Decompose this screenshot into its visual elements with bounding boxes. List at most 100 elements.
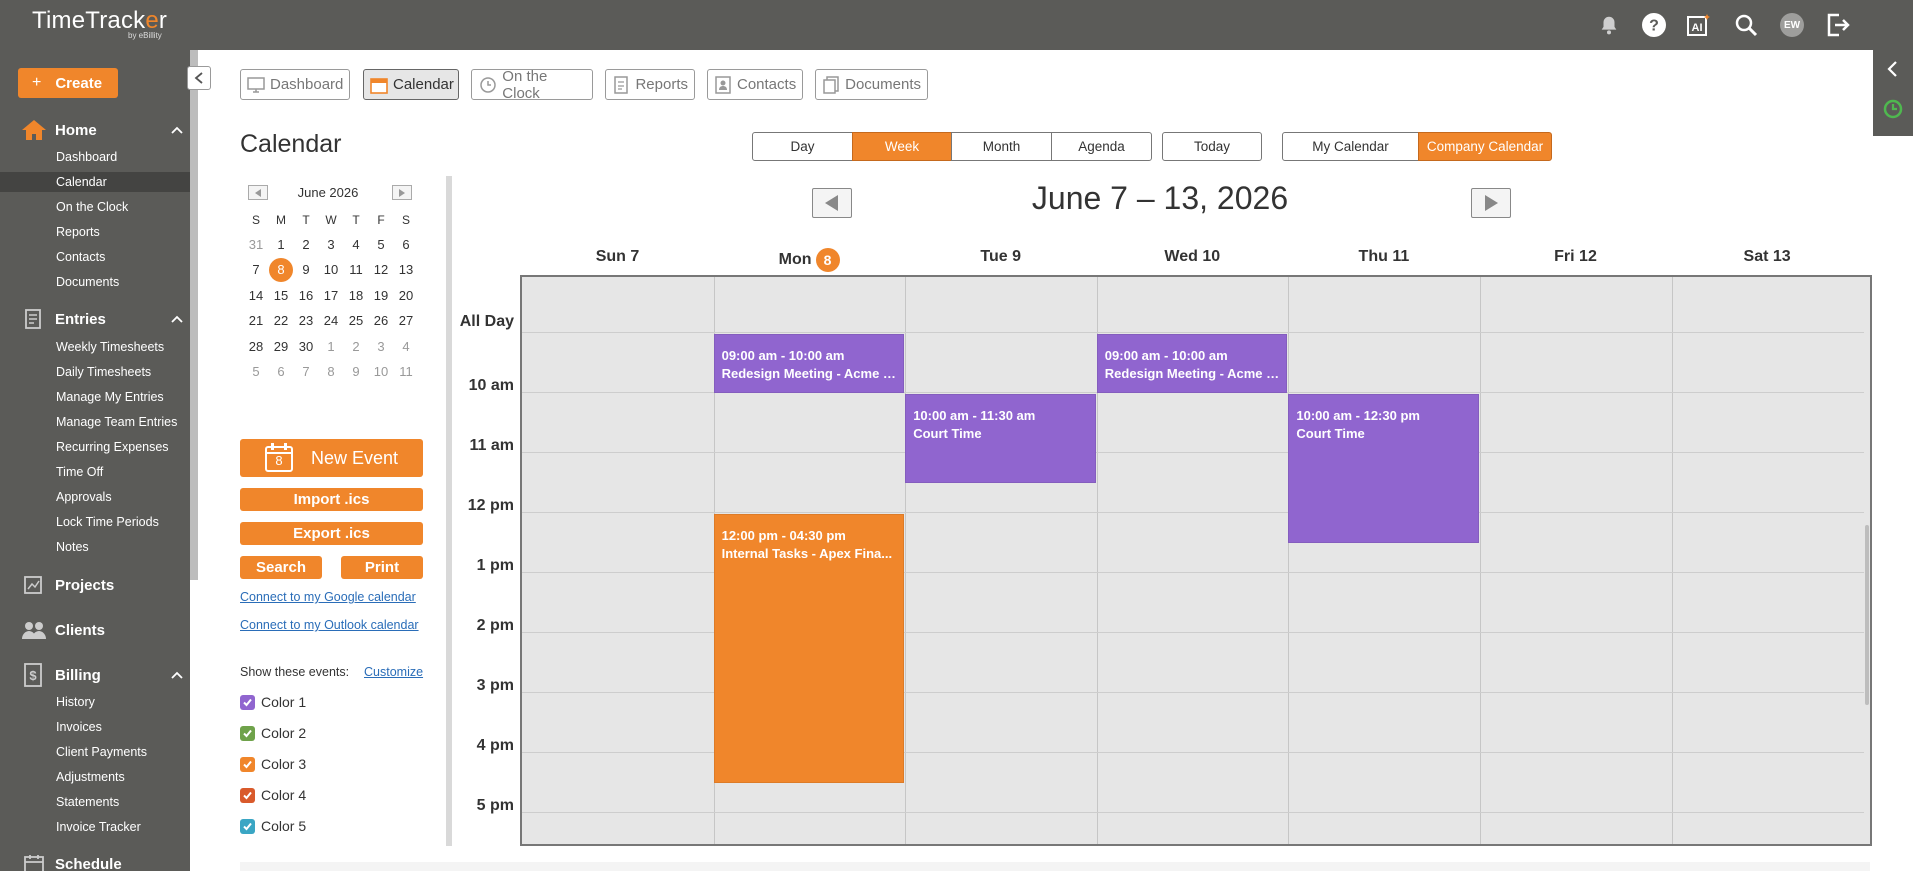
sidebar-item-weekly-timesheets[interactable]: Weekly Timesheets	[0, 337, 190, 357]
tab-on-the-clock[interactable]: On the Clock	[471, 68, 593, 102]
mini-calendar-day[interactable]: 28	[244, 334, 268, 358]
week-view-button[interactable]: Week	[852, 132, 952, 161]
print-button[interactable]: Print	[341, 556, 423, 579]
mini-calendar-day[interactable]: 10	[319, 258, 343, 282]
mini-calendar-day[interactable]: 4	[344, 232, 368, 256]
import-ics-button[interactable]: Import .ics	[240, 488, 423, 511]
mini-calendar-day[interactable]: 31	[244, 232, 268, 256]
ai-assistant-icon[interactable]: AI	[1685, 12, 1711, 38]
create-button[interactable]: + Create	[18, 68, 118, 98]
sidebar-item-daily-timesheets[interactable]: Daily Timesheets	[0, 362, 190, 382]
mini-calendar-day[interactable]: 11	[344, 258, 368, 282]
mini-calendar-day[interactable]: 10	[369, 360, 393, 384]
sidebar-item-statements[interactable]: Statements	[0, 792, 190, 812]
sidebar-item-manage-my-entries[interactable]: Manage My Entries	[0, 387, 190, 407]
next-week-button[interactable]	[1471, 188, 1511, 218]
sidebar-item-on-the-clock[interactable]: On the Clock	[0, 197, 190, 217]
mini-calendar-day[interactable]: 2	[344, 334, 368, 358]
color-filter-row[interactable]: Color 5	[240, 816, 306, 836]
logout-icon[interactable]	[1825, 12, 1851, 38]
export-ics-button[interactable]: Export .ics	[240, 522, 423, 545]
sidebar-item-invoice-tracker[interactable]: Invoice Tracker	[0, 817, 190, 837]
color-filter-row[interactable]: Color 1	[240, 692, 306, 712]
sidebar-item-client-payments[interactable]: Client Payments	[0, 742, 190, 762]
calendar-event[interactable]: 09:00 am - 10:00 am Redesign Meeting - Ac…	[1096, 334, 1288, 393]
mini-calendar-day[interactable]: 8	[269, 257, 293, 282]
sidebar-item-dashboard[interactable]: Dashboard	[0, 147, 190, 167]
checkbox[interactable]	[240, 787, 255, 803]
collapse-sidebar-button[interactable]	[187, 66, 211, 90]
mini-calendar-day[interactable]: 26	[369, 309, 393, 333]
left-panel-scrollbar[interactable]	[446, 176, 452, 846]
day-header[interactable]: Thu 11	[1288, 248, 1479, 266]
mini-calendar-day[interactable]: 3	[319, 232, 343, 256]
sidebar-section-home[interactable]: Home	[20, 116, 97, 144]
mini-calendar-day[interactable]: 23	[294, 309, 318, 333]
day-header[interactable]: Sun 7	[522, 248, 713, 266]
checkbox[interactable]	[240, 756, 255, 772]
mini-calendar-day[interactable]: 8	[319, 360, 343, 384]
mini-next-month-button[interactable]	[392, 185, 412, 200]
grid-scrollbar[interactable]	[1865, 525, 1869, 705]
mini-calendar-day[interactable]: 3	[369, 334, 393, 358]
mini-calendar-day[interactable]: 9	[344, 360, 368, 384]
color-filter-row[interactable]: Color 3	[240, 754, 306, 774]
day-header[interactable]: Mon 8	[714, 248, 905, 272]
new-event-button[interactable]: 8 New Event	[240, 439, 423, 477]
mini-calendar-day[interactable]: 13	[394, 258, 418, 282]
sidebar-section-clients[interactable]: Clients	[20, 616, 105, 644]
chevron-left-icon[interactable]	[1885, 60, 1901, 78]
mini-calendar-day[interactable]: 5	[369, 232, 393, 256]
sidebar-item-invoices[interactable]: Invoices	[0, 717, 190, 737]
help-icon[interactable]: ?	[1641, 12, 1667, 38]
mini-calendar-day[interactable]: 1	[319, 334, 343, 358]
mini-calendar-day[interactable]: 9	[294, 258, 318, 282]
day-view-button[interactable]: Day	[752, 132, 853, 161]
sidebar-scrollbar[interactable]	[190, 50, 198, 580]
sidebar-item-notes[interactable]: Notes	[0, 537, 190, 557]
mini-calendar-day[interactable]: 21	[244, 309, 268, 333]
mini-calendar-day[interactable]: 7	[244, 258, 268, 282]
month-view-button[interactable]: Month	[951, 132, 1052, 161]
checkbox[interactable]	[240, 694, 255, 710]
search-icon[interactable]	[1733, 12, 1759, 38]
mini-calendar-day[interactable]: 4	[394, 334, 418, 358]
agenda-view-button[interactable]: Agenda	[1051, 132, 1152, 161]
mini-calendar-day[interactable]: 22	[269, 309, 293, 333]
mini-calendar-day[interactable]: 12	[369, 258, 393, 282]
prev-week-button[interactable]	[812, 188, 852, 218]
sidebar-item-adjustments[interactable]: Adjustments	[0, 767, 190, 787]
mini-calendar-day[interactable]: 14	[244, 283, 268, 307]
mini-calendar-day[interactable]: 20	[394, 283, 418, 307]
mini-calendar-day[interactable]: 19	[369, 283, 393, 307]
outlook-calendar-link[interactable]: Connect to my Outlook calendar	[240, 618, 419, 632]
mini-calendar-day[interactable]: 16	[294, 283, 318, 307]
sidebar-item-time-off[interactable]: Time Off	[0, 462, 190, 482]
timer-icon[interactable]	[1882, 98, 1904, 120]
right-side-panel[interactable]	[1873, 50, 1913, 136]
today-button[interactable]: Today	[1162, 132, 1262, 161]
tab-contacts[interactable]: Contacts	[707, 69, 803, 100]
day-header[interactable]: Wed 10	[1097, 248, 1288, 266]
mini-calendar-day[interactable]: 25	[344, 309, 368, 333]
chevron-up-icon[interactable]	[170, 312, 184, 326]
day-header[interactable]: Tue 9	[905, 248, 1096, 266]
tab-calendar[interactable]: Calendar	[363, 69, 459, 100]
sidebar-item-contacts[interactable]: Contacts	[0, 247, 190, 267]
mini-calendar-day[interactable]: 17	[319, 283, 343, 307]
color-filter-row[interactable]: Color 4	[240, 785, 306, 805]
mini-calendar-day[interactable]: 2	[294, 232, 318, 256]
chevron-up-icon[interactable]	[170, 668, 184, 682]
google-calendar-link[interactable]: Connect to my Google calendar	[240, 590, 416, 604]
mini-calendar-day[interactable]: 24	[319, 309, 343, 333]
sidebar-item-recurring-expenses[interactable]: Recurring Expenses	[0, 437, 190, 457]
my-calendar-button[interactable]: My Calendar	[1282, 132, 1419, 161]
sidebar-item-approvals[interactable]: Approvals	[0, 487, 190, 507]
sidebar-item-documents[interactable]: Documents	[0, 272, 190, 292]
bell-icon[interactable]	[1596, 12, 1622, 38]
search-button[interactable]: Search	[240, 556, 322, 579]
sidebar-item-reports[interactable]: Reports	[0, 222, 190, 242]
tab-reports[interactable]: Reports	[605, 69, 695, 100]
checkbox[interactable]	[240, 818, 255, 834]
calendar-event[interactable]: 10:00 am - 11:30 am Court Time	[905, 394, 1096, 483]
